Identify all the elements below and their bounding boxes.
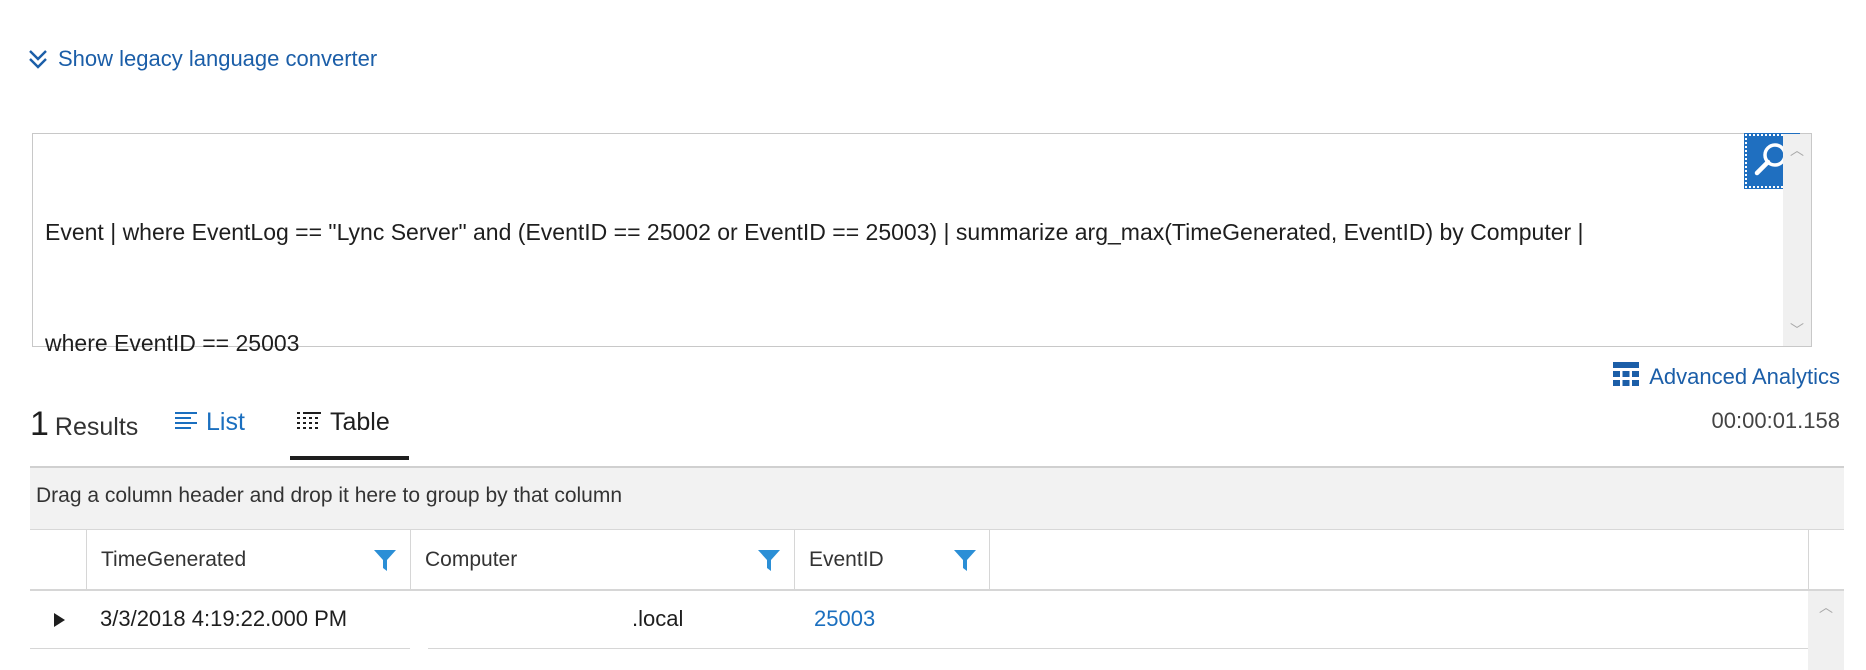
cell-eventid-link[interactable]: 25003	[814, 606, 875, 632]
row-divider	[428, 648, 1808, 649]
advanced-analytics-link[interactable]: Advanced Analytics	[1613, 362, 1840, 392]
scroll-up-icon[interactable]: ︿	[1819, 597, 1833, 617]
column-header-computer[interactable]: Computer	[410, 530, 794, 589]
row-divider	[30, 648, 410, 649]
filter-icon[interactable]	[373, 548, 397, 578]
table-icon	[296, 408, 322, 437]
grid-scrollbar[interactable]: ︿	[1808, 591, 1844, 670]
column-header-label: EventID	[809, 548, 884, 571]
cell-timegenerated: 3/3/2018 4:19:22.000 PM	[100, 606, 348, 631]
scroll-up-icon[interactable]: ︿	[1790, 140, 1804, 160]
column-header-label: Computer	[425, 548, 518, 571]
group-by-panel[interactable]: Drag a column header and drop it here to…	[30, 468, 1844, 530]
column-header-eventid[interactable]: EventID	[794, 530, 990, 589]
tab-list[interactable]: List	[174, 408, 245, 437]
grid-header-row: TimeGenerated Computer EventID	[30, 530, 1844, 591]
column-header-label: TimeGenerated	[101, 548, 247, 571]
group-by-hint: Drag a column header and drop it here to…	[36, 484, 623, 507]
query-duration: 00:00:01.158	[1711, 408, 1840, 433]
query-line-1: Event | where EventLog == "Lync Server" …	[45, 219, 1584, 245]
column-header-timegenerated[interactable]: TimeGenerated	[86, 530, 410, 589]
tab-table-label: Table	[330, 408, 390, 436]
active-tab-indicator	[290, 456, 409, 460]
double-chevron-down-icon	[28, 48, 48, 70]
query-text[interactable]: Event | where EventLog == "Lync Server" …	[45, 140, 1745, 436]
tab-list-label: List	[206, 408, 245, 436]
scroll-down-icon[interactable]: ﹀	[1790, 320, 1804, 340]
cell-computer: .local	[632, 606, 684, 631]
expand-row-icon[interactable]	[54, 613, 65, 627]
show-legacy-converter-link[interactable]: Show legacy language converter	[28, 46, 377, 72]
query-line-2: where EventID == 25003	[45, 330, 300, 356]
table-row[interactable]: 3/3/2018 4:19:22.000 PM .local 25003 ︿	[30, 591, 1844, 670]
results-summary: 1 Results	[30, 405, 138, 444]
results-label: Results	[54, 413, 139, 441]
query-editor[interactable]: Event | where EventLog == "Lync Server" …	[32, 133, 1812, 356]
editor-scrollbar[interactable]: ︿ ﹀	[1783, 134, 1811, 346]
tab-table[interactable]: Table	[296, 408, 390, 437]
analytics-grid-icon	[1613, 362, 1640, 392]
advanced-analytics-label: Advanced Analytics	[1649, 364, 1840, 389]
grid-header-spacer	[1808, 530, 1845, 589]
filter-icon[interactable]	[757, 548, 781, 578]
legacy-converter-label: Show legacy language converter	[58, 46, 378, 71]
results-count: 1	[30, 405, 49, 443]
list-icon	[174, 408, 198, 437]
filter-icon[interactable]	[953, 548, 977, 578]
